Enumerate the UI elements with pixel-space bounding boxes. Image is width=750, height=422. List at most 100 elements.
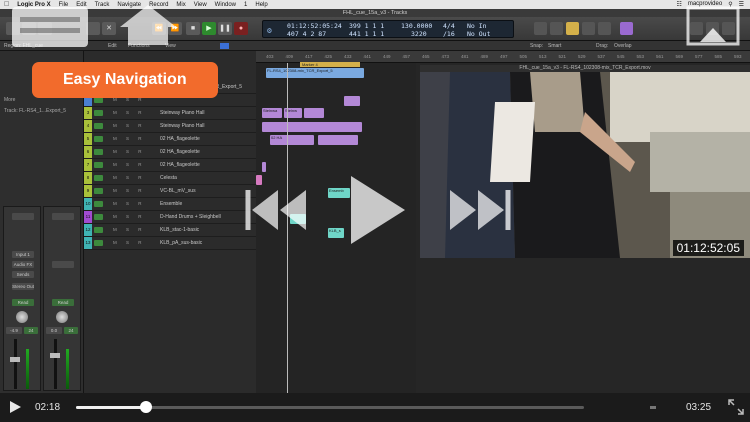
track-number[interactable]: 8	[84, 172, 92, 184]
lcd-display[interactable]: ⚙ 01:12:52:05:24 399 1 1 1 130.0000 4/4 …	[262, 20, 514, 38]
track-name[interactable]: Celesta	[160, 175, 177, 181]
track-row[interactable]: 4 M S R Steinway Piano Hall	[84, 120, 256, 133]
track-row[interactable]: 10 M S R Ensemble	[84, 198, 256, 211]
menu-help[interactable]: Help	[255, 2, 267, 8]
setting-button-left[interactable]	[12, 213, 34, 220]
track-name[interactable]: Steinway Piano Hall	[160, 123, 204, 129]
track-row[interactable]: 11 M S R D-Hand Drums + Sleighbell	[84, 211, 256, 224]
track-mute-solo-record-buttons[interactable]: M S R	[113, 188, 146, 193]
midi-region[interactable]: Steinwa	[262, 108, 282, 118]
tracks-edit-menu[interactable]: Edit	[108, 43, 117, 49]
pan-knob-right[interactable]	[56, 311, 68, 323]
track-number[interactable]: 12	[84, 224, 92, 236]
midi-region[interactable]	[256, 175, 262, 185]
inspector-track-label[interactable]: Track: FL-RS4_1...Export_5	[4, 108, 66, 114]
replace-button[interactable]	[566, 22, 579, 35]
pan-knob-left[interactable]	[16, 311, 28, 323]
menu-one[interactable]: 1	[244, 2, 247, 8]
fullscreen-overlay-icon[interactable]	[686, 6, 742, 48]
track-mute-solo-record-buttons[interactable]: M S R	[113, 201, 146, 206]
cycle-button[interactable]	[534, 22, 547, 35]
wifi-icon[interactable]: ☷	[676, 1, 681, 8]
menu-window[interactable]: Window	[215, 2, 236, 8]
volume-fader-right[interactable]	[54, 339, 57, 389]
setting-button-right[interactable]	[52, 213, 74, 220]
menu-track[interactable]: Track	[95, 2, 110, 8]
expand-icon[interactable]	[728, 399, 744, 415]
input-slot-left[interactable]: Input 1	[12, 251, 34, 258]
tuner-button[interactable]	[550, 22, 563, 35]
track-row[interactable]: 5 M S R 02 HA_flageolette	[84, 133, 256, 146]
automation-read-right[interactable]: Read	[52, 299, 74, 306]
track-mute-solo-record-buttons[interactable]: M S R	[113, 240, 146, 245]
track-number[interactable]: 11	[84, 211, 92, 223]
track-row[interactable]: 7 M S R 02 HA_flageolette	[84, 159, 256, 172]
track-mute-solo-record-buttons[interactable]: M S R	[113, 110, 146, 115]
menu-view[interactable]: View	[194, 2, 207, 8]
track-mute-solo-record-buttons[interactable]: M S R	[113, 123, 146, 128]
snap-select[interactable]: Smart	[548, 43, 561, 49]
track-mute-solo-record-buttons[interactable]: M S R	[113, 136, 146, 141]
fader-cap-left[interactable]	[10, 357, 20, 362]
track-number[interactable]: 10	[84, 198, 92, 210]
scissors-button[interactable]: ✕	[102, 22, 116, 35]
track-mute-solo-record-buttons[interactable]: M S R	[113, 227, 146, 232]
flex-icon[interactable]	[220, 43, 229, 49]
track-number[interactable]: 7	[84, 159, 92, 171]
audio-region[interactable]: FL-RS4_102308-mix_TCR_Export_5	[266, 68, 364, 78]
track-number[interactable]: 5	[84, 133, 92, 145]
volume-fader-left[interactable]	[14, 339, 17, 389]
menu-overlay-icon[interactable]	[10, 3, 90, 51]
track-number[interactable]: 9	[84, 185, 92, 197]
track-name[interactable]: VC-BL_mV_sus	[160, 188, 196, 194]
track-number[interactable]: 6	[84, 146, 92, 158]
home-overlay-icon[interactable]	[118, 3, 178, 47]
track-name[interactable]: KLB_stac-1-basic	[160, 227, 199, 233]
midi-region[interactable]	[262, 162, 266, 172]
gear-icon[interactable]: ⚙	[267, 26, 272, 35]
midi-region[interactable]	[344, 96, 360, 106]
track-mute-solo-record-buttons[interactable]: M S R	[113, 149, 146, 154]
solo-button[interactable]	[582, 22, 595, 35]
audio-fx-slot-left[interactable]: Audio FX	[12, 261, 34, 268]
track-name[interactable]: Ensemble	[160, 201, 182, 207]
drag-select[interactable]: Overlap	[614, 43, 632, 49]
track-name[interactable]: 02 HA_flageolette	[160, 136, 200, 142]
pause-button[interactable]: ❚❚	[218, 22, 232, 35]
midi-region[interactable]	[262, 122, 362, 132]
output-slot-left[interactable]: Stereo Out	[12, 283, 34, 290]
play-button[interactable]: ▶	[202, 22, 216, 35]
automation-read-left[interactable]: Read	[12, 299, 34, 306]
track-number[interactable]: 3	[84, 107, 92, 119]
track-name[interactable]: Steinway Piano Hall	[160, 110, 204, 116]
skip-forward-overlay-icon[interactable]	[446, 186, 516, 234]
track-row[interactable]: 12 M S R KLB_stac-1-basic	[84, 224, 256, 237]
track-name[interactable]: KLB_pA_sus-basic	[160, 240, 202, 246]
sends-slot-left[interactable]: Sends	[12, 271, 34, 278]
track-row[interactable]: 6 M S R 02 HA_flageolette	[84, 146, 256, 159]
track-row[interactable]: 8 M S R Celesta	[84, 172, 256, 185]
track-number[interactable]: 13	[84, 237, 92, 249]
track-mute-solo-record-buttons[interactable]: M S R	[113, 162, 146, 167]
midi-region[interactable]	[318, 135, 358, 145]
track-name[interactable]: 02 HA_flageolette	[160, 162, 200, 168]
record-button[interactable]: ●	[234, 22, 248, 35]
audio-fx-slot-right[interactable]	[52, 261, 74, 268]
track-mute-solo-record-buttons[interactable]: M S R	[113, 175, 146, 180]
track-name[interactable]: 02 HA_flageolette	[160, 149, 200, 155]
inspector-more[interactable]: More	[4, 97, 15, 103]
count-in-button[interactable]	[598, 22, 611, 35]
track-row[interactable]: 13 M S R KLB_pA_sus-basic	[84, 237, 256, 250]
apple-icon[interactable]: 	[4, 1, 9, 8]
midi-region[interactable]	[304, 108, 324, 118]
stop-button[interactable]: ■	[186, 22, 200, 35]
metronome-button[interactable]	[620, 22, 633, 35]
skip-back-overlay-icon[interactable]	[240, 186, 310, 234]
track-number[interactable]: 4	[84, 120, 92, 132]
player-play-icon[interactable]	[8, 400, 22, 414]
track-row[interactable]: 9 M S R VC-BL_mV_sus	[84, 185, 256, 198]
progress-thumb[interactable]	[140, 401, 153, 413]
marker-region[interactable]: Marker 4	[300, 62, 360, 67]
track-mute-solo-record-buttons[interactable]: M S R	[113, 214, 146, 219]
progress-track[interactable]	[76, 401, 584, 413]
